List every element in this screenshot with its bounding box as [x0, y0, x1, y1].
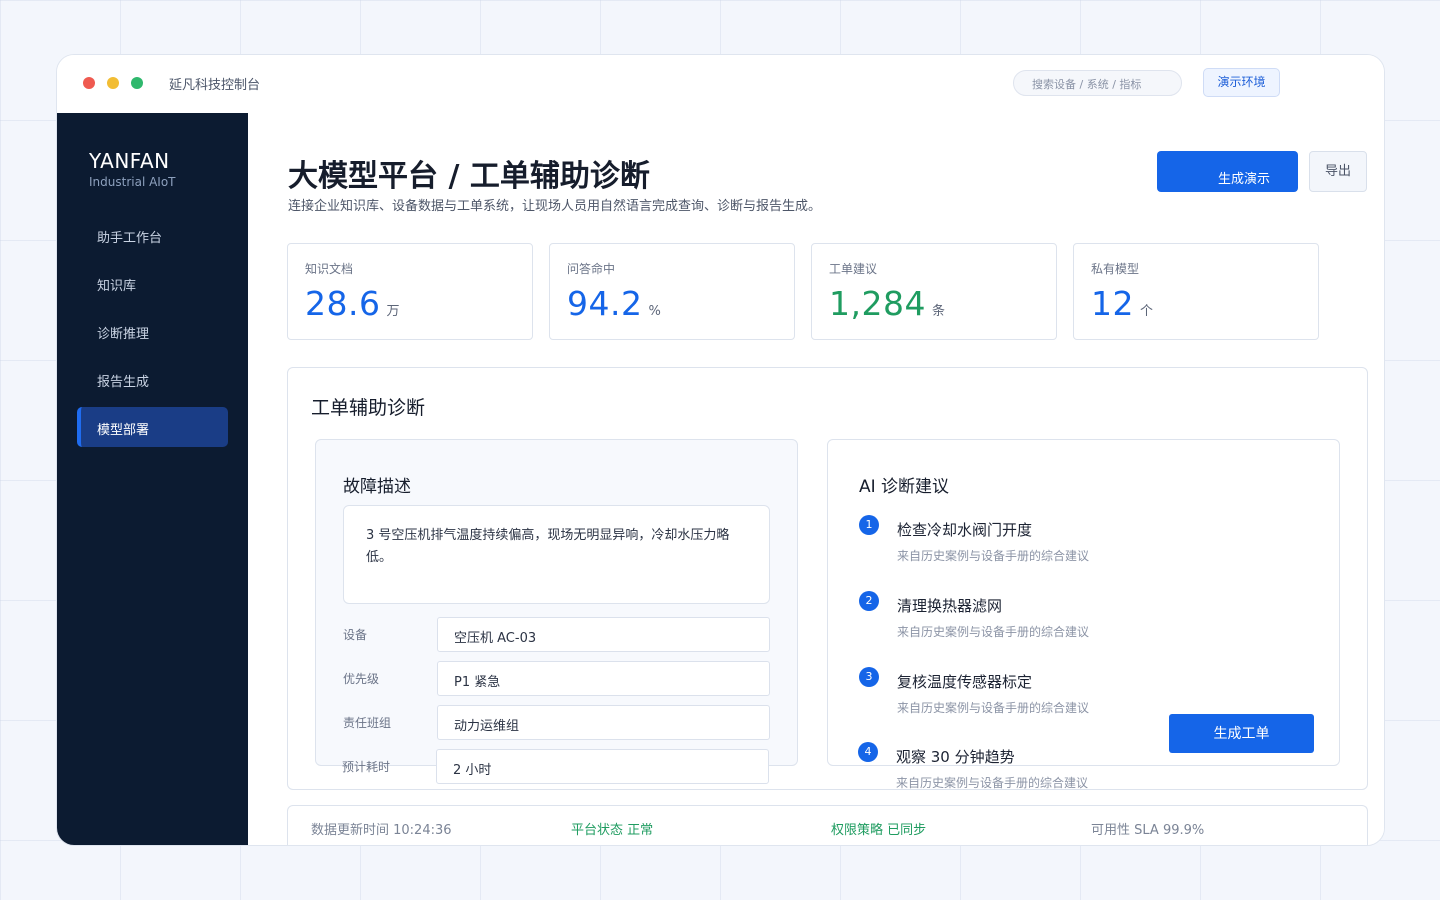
ai-card-title: AI 诊断建议 [859, 477, 950, 497]
export-button[interactable]: 导出 [1309, 151, 1367, 192]
search-input[interactable]: 搜索设备 / 系统 / 指标 [1013, 70, 1182, 96]
team-field[interactable]: 动力运维组 [437, 705, 770, 740]
sidebar-item-reports[interactable]: 报告生成 [77, 359, 228, 399]
form-label: 设备 [343, 628, 368, 642]
stat-card-qa-hit: 问答命中 94.2% [549, 243, 795, 340]
stat-label: 私有模型 [1091, 262, 1140, 276]
device-field[interactable]: 空压机 AC-03 [437, 617, 770, 652]
form-label: 优先级 [343, 672, 380, 686]
fault-description-card: 故障描述 3 号空压机排气温度持续偏高，现场无明显异响，冷却水压力略低。 设备 … [315, 439, 798, 766]
suggestion-item: 2 清理换热器滤网 来自历史案例与设备手册的综合建议 [859, 591, 1279, 651]
form-row-team: 责任班组 动力运维组 [343, 705, 770, 740]
suggestion-source: 来自历史案例与设备手册的综合建议 [897, 701, 1090, 715]
platform-status: 平台状态 正常 [571, 823, 654, 838]
stat-value: 94.2 [567, 284, 643, 323]
stat-card-models: 私有模型 12 个 [1073, 243, 1319, 340]
stat-label: 知识文档 [305, 262, 354, 276]
step-number-badge: 4 [858, 742, 878, 762]
priority-field[interactable]: P1 紧急 [437, 661, 770, 696]
sidebar-item-model-deploy[interactable]: 模型部署 [77, 407, 228, 447]
suggestion-title: 观察 30 分钟趋势 [896, 748, 1015, 766]
title-bar: 延凡科技控制台 搜索设备 / 系统 / 指标 演示环境 [57, 55, 1384, 113]
sidebar: YANFAN Industrial AIoT 助手工作台 知识库 诊断推理 报告… [57, 113, 248, 845]
stat-value-wrap: 28.6 万 [305, 284, 400, 323]
stat-value: 12 [1091, 284, 1134, 323]
stat-unit: 个 [1140, 304, 1154, 319]
brand-subtitle: Industrial AIoT [89, 175, 176, 189]
suggestion-item: 4 观察 30 分钟趋势 来自历史案例与设备手册的综合建议 [858, 742, 1278, 790]
fault-description-textarea[interactable]: 3 号空压机排气温度持续偏高，现场无明显异响，冷却水压力略低。 [343, 505, 770, 604]
generate-demo-button[interactable]: 生成演示 [1157, 151, 1298, 192]
form-label: 预计耗时 [342, 760, 391, 774]
step-number-badge: 3 [859, 667, 879, 687]
stat-value-wrap: 12 个 [1091, 284, 1154, 323]
stat-unit: 条 [931, 304, 946, 319]
suggestion-source: 来自历史案例与设备手册的综合建议 [897, 625, 1090, 639]
stat-value-wrap: 1,284 条 [829, 284, 946, 323]
sidebar-item-diagnosis[interactable]: 诊断推理 [77, 311, 228, 351]
update-time: 数据更新时间 10:24:36 [311, 823, 452, 838]
fault-card-title: 故障描述 [343, 477, 411, 497]
app-title: 延凡科技控制台 [169, 78, 261, 93]
stat-value: 28.6 [305, 284, 381, 323]
stat-label: 工单建议 [829, 262, 878, 276]
stat-unit: 万 [386, 304, 400, 319]
app-window: 延凡科技控制台 搜索设备 / 系统 / 指标 演示环境 YANFAN Indus… [56, 54, 1385, 846]
stat-value-wrap: 94.2% [567, 284, 661, 323]
policy-status: 权限策略 已同步 [831, 823, 927, 838]
suggestion-title: 检查冷却水阀门开度 [897, 521, 1033, 539]
sidebar-item-knowledge-base[interactable]: 知识库 [77, 263, 228, 303]
page-description: 连接企业知识库、设备数据与工单系统，让现场人员用自然语言完成查询、诊断与报告生成… [288, 199, 822, 214]
minimize-window-button[interactable] [107, 77, 119, 89]
form-row-priority: 优先级 P1 紧急 [343, 661, 770, 696]
stat-card-tickets: 工单建议 1,284 条 [811, 243, 1057, 340]
stat-card-docs: 知识文档 28.6 万 [287, 243, 533, 340]
stat-label: 问答命中 [567, 262, 616, 276]
main-content: 大模型平台 / 工单辅助诊断 连接企业知识库、设备数据与工单系统，让现场人员用自… [248, 113, 1384, 845]
stat-unit: % [648, 304, 662, 319]
suggestion-item: 1 检查冷却水阀门开度 来自历史案例与设备手册的综合建议 [859, 515, 1279, 575]
env-badge[interactable]: 演示环境 [1203, 68, 1280, 97]
diagnosis-panel: 工单辅助诊断 故障描述 3 号空压机排气温度持续偏高，现场无明显异响，冷却水压力… [287, 367, 1368, 790]
suggestion-source: 来自历史案例与设备手册的综合建议 [896, 776, 1089, 790]
sla-status: 可用性 SLA 99.9% [1091, 823, 1205, 838]
maximize-window-button[interactable] [131, 77, 143, 89]
duration-field[interactable]: 2 小时 [436, 749, 769, 784]
step-number-badge: 2 [859, 591, 879, 611]
close-window-button[interactable] [83, 77, 95, 89]
status-bar: 数据更新时间 10:24:36 平台状态 正常 权限策略 已同步 可用性 SLA… [287, 805, 1368, 845]
form-row-device: 设备 空压机 AC-03 [343, 617, 770, 652]
form-row-duration: 预计耗时 2 小时 [342, 749, 769, 784]
sidebar-item-assistant[interactable]: 助手工作台 [77, 215, 228, 255]
form-label: 责任班组 [343, 716, 392, 730]
suggestion-title: 复核温度传感器标定 [897, 673, 1033, 691]
stat-value: 1,284 [829, 284, 926, 323]
suggestion-title: 清理换热器滤网 [897, 597, 1003, 615]
page-title: 大模型平台 / 工单辅助诊断 [288, 159, 650, 194]
step-number-badge: 1 [859, 515, 879, 535]
ai-suggestions-card: AI 诊断建议 1 检查冷却水阀门开度 来自历史案例与设备手册的综合建议 2 清… [827, 439, 1340, 766]
panel-title: 工单辅助诊断 [311, 397, 426, 419]
brand-logo: YANFAN [89, 149, 170, 173]
suggestion-source: 来自历史案例与设备手册的综合建议 [897, 549, 1090, 563]
